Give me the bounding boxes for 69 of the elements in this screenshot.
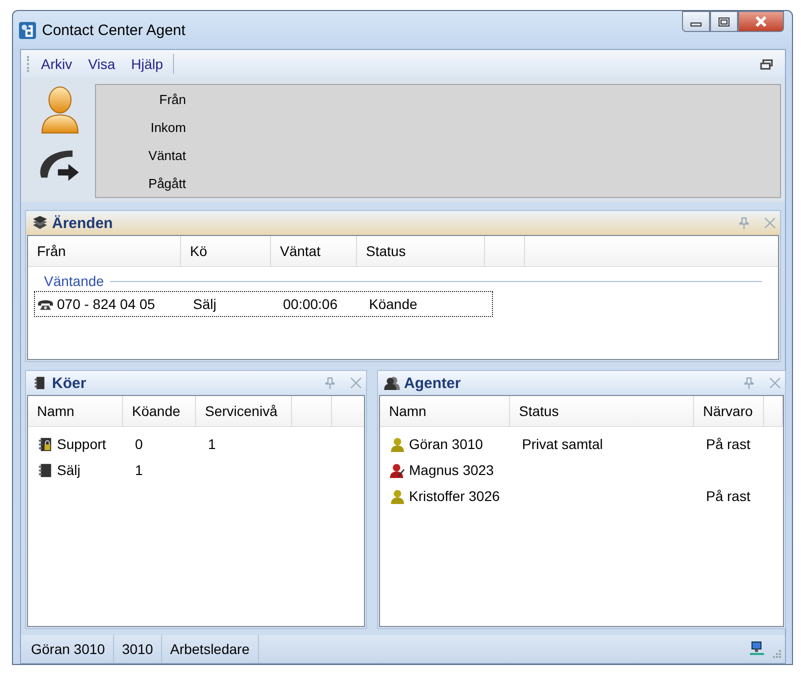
papers-icon bbox=[32, 216, 48, 230]
table-cell: Kristoffer 3026 bbox=[409, 488, 500, 504]
list-row[interactable]: Magnus 3023 bbox=[386, 457, 772, 483]
close-icon bbox=[769, 377, 781, 389]
status-text: Arbetsledare bbox=[162, 635, 258, 663]
table-cell: 00:00:06 bbox=[283, 296, 338, 312]
status-text: Göran 3010 bbox=[23, 635, 114, 663]
panel-title: Köer bbox=[52, 374, 86, 392]
people-icon bbox=[384, 376, 400, 390]
maximize-button[interactable] bbox=[710, 11, 738, 32]
close-button[interactable] bbox=[738, 11, 784, 32]
table-cell: På rast bbox=[706, 436, 750, 452]
resize-grip-icon[interactable] bbox=[771, 648, 781, 658]
column-header[interactable]: Närvaro bbox=[694, 396, 764, 426]
column-header[interactable]: Kö bbox=[181, 236, 271, 266]
column-header[interactable]: Servicenivå bbox=[196, 396, 292, 426]
person-icon bbox=[40, 84, 80, 136]
pin-icon bbox=[743, 377, 755, 389]
close-icon bbox=[754, 16, 768, 27]
person-icon bbox=[389, 488, 406, 504]
table-cell: Privat samtal bbox=[522, 436, 603, 452]
table-cell: 0 bbox=[135, 436, 143, 452]
table-cell: Magnus 3023 bbox=[409, 462, 494, 478]
table-cell: På rast bbox=[706, 488, 750, 504]
close-icon bbox=[764, 217, 776, 229]
window-title: Contact Center Agent bbox=[42, 22, 186, 38]
binder-icon bbox=[37, 462, 54, 478]
maximize-icon bbox=[718, 16, 730, 26]
column-header[interactable]: Väntat bbox=[271, 236, 357, 266]
network-icon bbox=[749, 641, 767, 657]
list-row[interactable]: Support 0 1 bbox=[34, 431, 300, 457]
menu-item[interactable]: Hjälp bbox=[129, 56, 166, 72]
menu-item[interactable]: Visa bbox=[86, 56, 118, 72]
group-header: Väntande bbox=[44, 273, 104, 289]
column-header[interactable]: Köande bbox=[123, 396, 196, 426]
table-cell: Göran 3010 bbox=[409, 436, 483, 452]
person-pen-icon bbox=[389, 462, 406, 478]
table-cell: Sälj bbox=[193, 296, 216, 312]
panel-title: Ärenden bbox=[52, 214, 113, 232]
restore-icon[interactable] bbox=[760, 58, 773, 70]
field-label: Från bbox=[159, 91, 186, 109]
column-header[interactable]: Status bbox=[357, 236, 485, 266]
minimize-button[interactable] bbox=[682, 11, 710, 32]
table-cell: 1 bbox=[135, 462, 143, 478]
column-header[interactable]: Namn bbox=[380, 396, 510, 426]
list-row[interactable]: Göran 3010 Privat samtal På rast bbox=[386, 431, 772, 457]
field-label: Inkom bbox=[150, 119, 186, 137]
column-header[interactable]: Status bbox=[510, 396, 694, 426]
field-label: Pågått bbox=[148, 175, 186, 193]
column-header[interactable]: Namn bbox=[28, 396, 123, 426]
person-icon bbox=[389, 436, 406, 452]
status-text: 3010 bbox=[114, 635, 162, 663]
pin-icon bbox=[324, 377, 336, 389]
table-cell: 1 bbox=[208, 436, 216, 452]
list-row[interactable]: Kristoffer 3026 På rast bbox=[386, 483, 772, 509]
field-label: Väntat bbox=[148, 147, 186, 165]
list-row[interactable]: 070 - 824 04 05 Sälj 00:00:06 Köande bbox=[34, 291, 493, 317]
app-icon bbox=[19, 22, 36, 38]
table-cell: Support bbox=[57, 436, 106, 452]
menu-item[interactable]: Arkiv bbox=[39, 56, 74, 72]
close-icon bbox=[350, 377, 362, 389]
list-row[interactable]: Sälj 1 bbox=[34, 457, 300, 483]
panel-title: Agenter bbox=[404, 374, 461, 392]
column-header[interactable]: Från bbox=[28, 236, 181, 266]
table-cell: Sälj bbox=[57, 462, 80, 478]
locked-binder-icon bbox=[37, 436, 54, 452]
table-cell: 070 - 824 04 05 bbox=[57, 296, 156, 312]
pin-icon bbox=[738, 217, 750, 229]
table-cell: Köande bbox=[369, 296, 418, 312]
